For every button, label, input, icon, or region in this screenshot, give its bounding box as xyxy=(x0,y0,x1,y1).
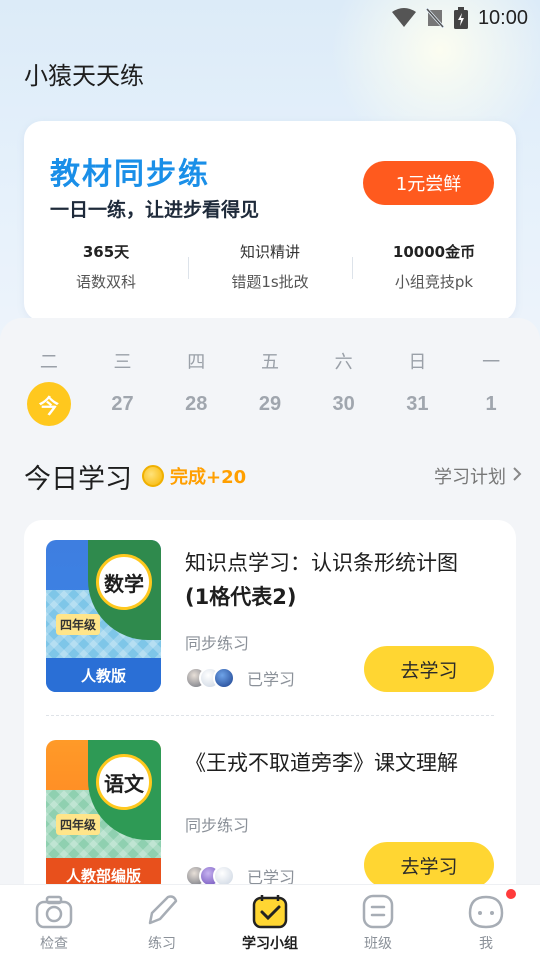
study-plan-link[interactable]: 学习计划 xyxy=(434,463,522,489)
banner-title: 教材同步练 xyxy=(50,157,210,192)
nav-label: 班级 xyxy=(364,936,392,952)
stat-bottom: 错题1s批改 xyxy=(231,273,309,291)
day-tue[interactable]: 二 今 xyxy=(24,350,74,426)
item-title-text: 知识点学习：认识条形统计图 xyxy=(185,551,458,575)
coin-icon xyxy=(142,465,164,487)
checklist-icon xyxy=(216,885,324,929)
banner-subtitle: 一日一练，让进步看得见 xyxy=(50,199,260,221)
nav-label: 学习小组 xyxy=(242,936,298,952)
stat-coins: 10000金币 小组竞技pk xyxy=(352,241,516,293)
nav-me[interactable]: 我 xyxy=(432,885,540,960)
book-grade: 四年级 xyxy=(56,614,101,635)
day-name: 一 xyxy=(482,352,501,373)
status-time: 10:00 xyxy=(477,6,528,29)
stat-days: 365天 语数双科 xyxy=(24,241,188,293)
day-today[interactable]: 今 xyxy=(26,382,71,426)
camera-icon xyxy=(0,885,108,929)
day-wed[interactable]: 三 27 xyxy=(98,350,148,426)
day-number[interactable]: 27 xyxy=(101,382,145,426)
stat-bottom: 语数双科 xyxy=(75,273,136,291)
avatar xyxy=(213,667,235,689)
stat-top: 365天 xyxy=(82,243,130,261)
app-title: 小猿天天练 xyxy=(24,62,144,90)
stat-top: 10000金币 xyxy=(392,243,476,261)
chinese-book-cover[interactable]: 语文 四年级 人教部编版 xyxy=(46,740,161,892)
section-title: 今日学习 xyxy=(24,463,132,495)
item-tag: 同步练习 xyxy=(185,634,250,653)
nav-label: 练习 xyxy=(148,936,176,952)
day-name: 四 xyxy=(187,352,206,373)
trial-button[interactable]: 1元尝鲜 xyxy=(363,161,494,205)
day-name: 二 xyxy=(39,352,58,373)
battery-charging-icon xyxy=(453,7,468,29)
pencil-icon xyxy=(108,885,216,929)
day-number[interactable]: 28 xyxy=(174,382,218,426)
day-name: 六 xyxy=(334,352,353,373)
go-study-button[interactable]: 去学习 xyxy=(364,842,494,888)
class-icon xyxy=(324,885,432,929)
day-fri[interactable]: 五 29 xyxy=(245,350,295,426)
day-name: 五 xyxy=(260,352,279,373)
day-number[interactable]: 1 xyxy=(469,382,513,426)
wifi-icon xyxy=(391,8,416,28)
item-title-bold: (1格代表2) xyxy=(185,585,297,609)
day-number[interactable]: 30 xyxy=(322,382,366,426)
learned-label: 已学习 xyxy=(247,670,296,689)
promo-banner[interactable]: 教材同步练 一日一练，让进步看得见 1元尝鲜 365天 语数双科 知识精讲 错题… xyxy=(24,121,516,321)
book-edition: 人教版 xyxy=(46,658,161,692)
nav-label: 我 xyxy=(479,936,493,952)
divider xyxy=(46,715,494,716)
learners: 已学习 xyxy=(185,666,295,690)
book-grade: 四年级 xyxy=(56,814,101,835)
book-subject: 语文 xyxy=(96,754,152,810)
nav-label: 检查 xyxy=(40,936,68,952)
math-book-cover[interactable]: 数学 四年级 人教版 xyxy=(46,540,161,692)
day-name: 三 xyxy=(113,352,132,373)
signal-off-icon xyxy=(425,8,444,28)
stat-knowledge: 知识精讲 错题1s批改 xyxy=(188,241,352,293)
day-mon[interactable]: 一 1 xyxy=(466,350,516,426)
chevron-right-icon xyxy=(512,466,522,487)
stat-bottom: 小组竞技pk xyxy=(394,273,474,291)
day-sat[interactable]: 六 30 xyxy=(319,350,369,426)
day-thu[interactable]: 四 28 xyxy=(171,350,221,426)
reward-text: 完成+20 xyxy=(170,467,247,488)
today-study-header: 今日学习 完成+20 学习计划 xyxy=(24,454,522,498)
nav-study-group[interactable]: 学习小组 xyxy=(216,885,324,960)
item-tag: 同步练习 xyxy=(185,816,250,835)
list-item[interactable]: 数学 四年级 人教版 知识点学习：认识条形统计图 (1格代表2) 同步练习 已学… xyxy=(24,540,516,720)
go-study-button[interactable]: 去学习 xyxy=(364,646,494,692)
day-number[interactable]: 29 xyxy=(248,382,292,426)
profile-icon xyxy=(432,885,540,929)
day-number[interactable]: 31 xyxy=(395,382,439,426)
day-name: 日 xyxy=(408,352,427,373)
status-bar: 10:00 xyxy=(0,0,540,36)
study-plan-label: 学习计划 xyxy=(434,467,506,488)
nav-practice[interactable]: 练习 xyxy=(108,885,216,960)
book-subject: 数学 xyxy=(96,554,152,610)
bottom-nav: 检查 练习 学习小组 班级 我 xyxy=(0,884,540,960)
banner-stats: 365天 语数双科 知识精讲 错题1s批改 10000金币 小组竞技pk xyxy=(24,241,516,293)
nav-check[interactable]: 检查 xyxy=(0,885,108,960)
item-title[interactable]: 知识点学习：认识条形统计图 (1格代表2) xyxy=(185,546,497,614)
nav-class[interactable]: 班级 xyxy=(324,885,432,960)
stat-top: 知识精讲 xyxy=(239,243,300,261)
day-sun[interactable]: 日 31 xyxy=(392,350,442,426)
item-title[interactable]: 《王戎不取道旁李》课文理解 xyxy=(185,746,497,780)
notification-dot xyxy=(506,889,516,899)
week-calendar: 二 今 三 27 四 28 五 29 六 30 日 31 一 1 xyxy=(0,350,540,426)
